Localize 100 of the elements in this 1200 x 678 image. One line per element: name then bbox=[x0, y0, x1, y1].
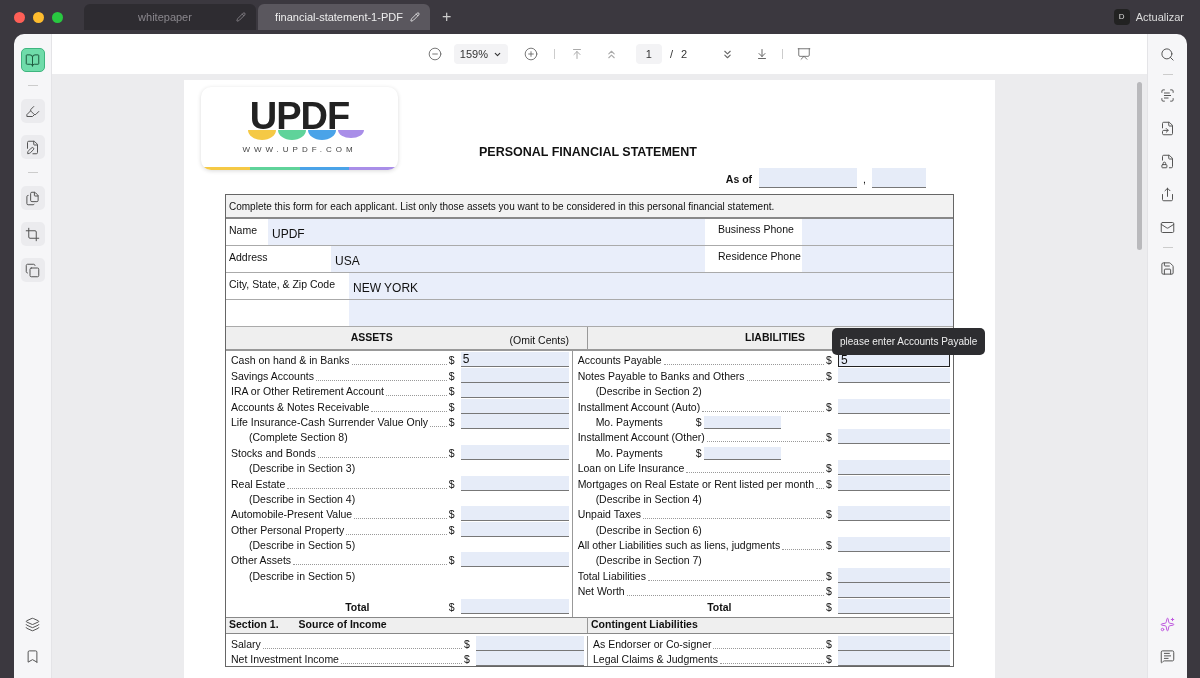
currency-sign: $ bbox=[826, 508, 833, 522]
input-field[interactable] bbox=[838, 651, 950, 667]
currency-sign: $ bbox=[826, 354, 833, 368]
zoom-in-icon[interactable] bbox=[523, 47, 538, 61]
maximize-button[interactable] bbox=[52, 11, 63, 23]
input-field[interactable] bbox=[460, 598, 569, 614]
input-field[interactable] bbox=[838, 636, 950, 652]
logo-word: UPDF bbox=[249, 101, 350, 130]
input-field[interactable] bbox=[838, 506, 950, 522]
input-field[interactable] bbox=[460, 475, 569, 491]
input-field[interactable] bbox=[703, 446, 781, 460]
presentation-icon[interactable] bbox=[797, 47, 812, 61]
document-tab[interactable]: whitepaper bbox=[84, 4, 256, 30]
input-field[interactable] bbox=[838, 583, 950, 599]
input-field[interactable] bbox=[838, 567, 950, 583]
input-field[interactable]: UPDF bbox=[268, 219, 705, 245]
date-comma: , bbox=[863, 172, 866, 188]
form-note: (Describe in Section 2) bbox=[595, 385, 702, 399]
comment-icon bbox=[1160, 648, 1175, 664]
input-field[interactable] bbox=[838, 537, 950, 553]
input-field[interactable] bbox=[703, 415, 781, 429]
zoom-out-icon[interactable] bbox=[427, 47, 442, 61]
form-label: Name bbox=[229, 223, 257, 238]
tool-button[interactable] bbox=[20, 99, 45, 123]
date-field[interactable] bbox=[759, 168, 858, 188]
first-page-icon[interactable] bbox=[570, 48, 583, 60]
instructions-text: Complete this form for each applicant. List only those assets you want to be considered in this personal financial statement. bbox=[229, 199, 775, 214]
form-label: Net Investment Income bbox=[231, 653, 339, 667]
form-label: Accounts Payable bbox=[577, 354, 662, 368]
input-field[interactable] bbox=[460, 444, 569, 460]
currency-sign: $ bbox=[826, 600, 833, 614]
zoom-dropdown[interactable]: 159% bbox=[453, 44, 508, 64]
minimize-button[interactable] bbox=[33, 11, 44, 23]
tool-button[interactable] bbox=[20, 135, 45, 159]
input-field[interactable]: USA bbox=[331, 246, 705, 272]
input-field[interactable] bbox=[476, 651, 584, 667]
tool-button[interactable] bbox=[20, 258, 45, 282]
tooltip: please enter Accounts Payable bbox=[832, 328, 986, 355]
currency-sign: $ bbox=[448, 354, 456, 368]
input-field[interactable] bbox=[460, 383, 569, 399]
save-icon bbox=[1160, 260, 1175, 276]
input-field[interactable]: NEW YORK bbox=[349, 273, 953, 299]
new-tab-button[interactable]: + bbox=[442, 9, 452, 25]
input-field[interactable] bbox=[802, 219, 953, 245]
input-field[interactable] bbox=[460, 398, 569, 414]
tool-button[interactable] bbox=[20, 48, 45, 72]
form-label: Automobile-Present Value bbox=[231, 508, 353, 522]
bookmark-icon bbox=[25, 648, 40, 664]
currency-sign: $ bbox=[826, 539, 833, 553]
currency-sign: $ bbox=[448, 523, 456, 537]
form-note: (Describe in Section 4) bbox=[595, 492, 702, 506]
form-label: Salary bbox=[231, 638, 261, 652]
form-label: As Endorser or Co-signer bbox=[593, 638, 712, 652]
input-field[interactable] bbox=[460, 521, 569, 537]
form-label: Accounts & Notes Receivable bbox=[231, 400, 370, 414]
input-field[interactable] bbox=[460, 367, 569, 383]
input-field[interactable] bbox=[460, 506, 569, 522]
input-field[interactable] bbox=[476, 636, 584, 652]
page-number-field[interactable]: 1 bbox=[635, 44, 662, 64]
currency-sign: $ bbox=[448, 385, 456, 399]
book-icon bbox=[25, 52, 40, 68]
year-field[interactable] bbox=[872, 168, 926, 188]
currency-sign: $ bbox=[448, 554, 456, 568]
input-field[interactable]: 5 bbox=[460, 352, 569, 368]
currency-sign: $ bbox=[448, 508, 456, 522]
document-tab[interactable]: financial-statement-1-PDF bbox=[258, 4, 430, 30]
currency-sign: $ bbox=[464, 653, 471, 667]
input-field[interactable] bbox=[802, 246, 953, 272]
form-label: Life Insurance-Cash Surrender Value Only bbox=[231, 415, 429, 429]
input-field[interactable] bbox=[460, 552, 569, 568]
form-label: Stocks and Bonds bbox=[231, 446, 316, 460]
form-note: (Describe in Section 6) bbox=[595, 523, 702, 537]
tool-button[interactable] bbox=[20, 186, 45, 210]
input-field[interactable] bbox=[838, 398, 950, 414]
input-field[interactable] bbox=[838, 429, 950, 445]
currency-sign: $ bbox=[826, 400, 833, 414]
currency-sign: $ bbox=[826, 653, 833, 667]
currency-sign: $ bbox=[826, 369, 833, 383]
file-arrow-icon bbox=[1160, 120, 1175, 136]
input-field[interactable] bbox=[838, 367, 950, 383]
form-label: Other Personal Property bbox=[231, 523, 345, 537]
file-lock-icon bbox=[1160, 153, 1175, 169]
close-button[interactable] bbox=[14, 11, 25, 23]
last-page-icon[interactable] bbox=[756, 48, 769, 60]
form-note: (Complete Section 8) bbox=[249, 431, 348, 445]
input-field[interactable] bbox=[838, 460, 950, 476]
scrollbar-thumb[interactable] bbox=[1137, 82, 1142, 250]
column-note: (Omit Cents) bbox=[509, 333, 570, 349]
page-separator: / bbox=[669, 46, 673, 62]
form-label: Loan on Life Insurance bbox=[577, 462, 685, 476]
form-note: (Describe in Section 5) bbox=[249, 569, 356, 583]
tool-button[interactable] bbox=[20, 222, 45, 246]
input-field[interactable] bbox=[349, 300, 953, 326]
input-field[interactable] bbox=[838, 598, 950, 614]
files-icon bbox=[25, 190, 40, 206]
account-avatar[interactable]: D bbox=[1113, 9, 1130, 25]
input-field[interactable] bbox=[838, 475, 950, 491]
update-button[interactable]: Actualizar bbox=[1135, 8, 1184, 26]
highlighter-icon bbox=[25, 103, 40, 119]
column-heading: ASSETS bbox=[349, 330, 394, 346]
